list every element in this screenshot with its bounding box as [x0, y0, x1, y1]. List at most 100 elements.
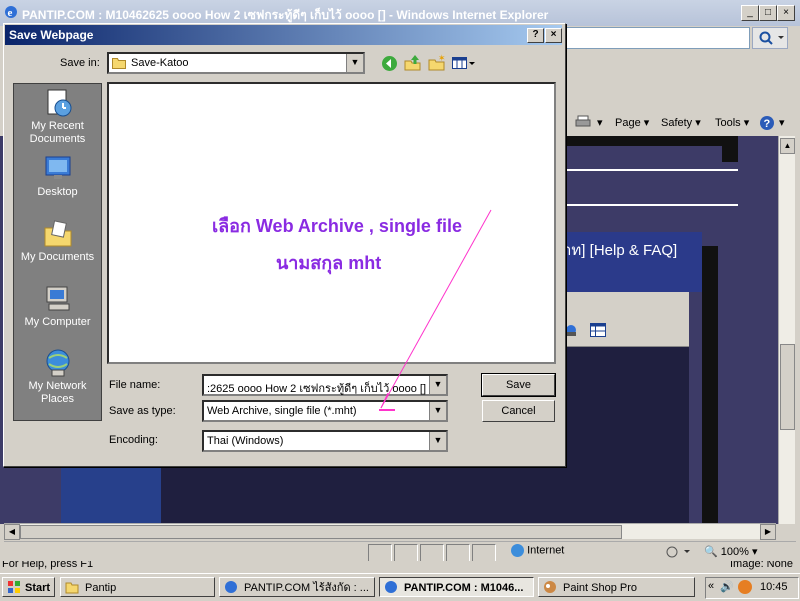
search-icon [759, 31, 784, 45]
encoding-value: Thai (Windows) [207, 435, 284, 447]
page-toolbar [560, 316, 689, 347]
safety-menu[interactable]: Safety ▾ [661, 116, 701, 129]
task-label: Paint Shop Pro [563, 582, 637, 594]
underlying-status-bar: For Help, press F1 Image: None [0, 561, 800, 573]
tools-menu-label: Tools [715, 117, 741, 129]
network-places-icon [43, 348, 73, 378]
status-cell [394, 544, 418, 562]
tray-app-icon[interactable] [738, 580, 752, 594]
dialog-title: Save Webpage [9, 28, 94, 42]
help-faq-link[interactable]: าท] [Help & FAQ] [563, 238, 677, 262]
cancel-button[interactable]: Cancel [482, 400, 555, 422]
scroll-thumb[interactable] [780, 344, 795, 430]
help-dropdown[interactable]: ▾ [779, 116, 785, 129]
zoom-control[interactable]: 🔍 100% ▾ [704, 545, 757, 558]
places-bar: My Recent Documents Desktop My Documents… [13, 83, 102, 421]
file-name-value: :2625 oooo How 2 เซฟกระทู้ดีๆ เก็บไว้ oo… [207, 383, 426, 395]
my-computer-icon [43, 284, 73, 314]
help-button[interactable]: ? [527, 28, 544, 43]
ie-logo-icon: e [4, 5, 18, 19]
chevron-down-icon: ▼ [346, 54, 363, 72]
scroll-left-button[interactable]: ◀ [4, 524, 20, 540]
dialog-title-bar[interactable]: Save Webpage ? × [5, 25, 562, 45]
maximize-button[interactable]: □ [759, 5, 777, 21]
annotation-text-line-2: นามสกุล mht [276, 253, 382, 273]
back-icon[interactable] [381, 55, 398, 72]
vertical-scrollbar[interactable]: ▲ [778, 136, 795, 524]
chevron-down-icon: ▼ [429, 402, 446, 420]
page-dark-panel [560, 347, 689, 524]
taskbar: Start Pantip PANTIP.COM ไร้สังกัด : ... … [0, 573, 800, 601]
page-dark-corner [722, 136, 738, 162]
svg-text:?: ? [764, 118, 771, 130]
place-my-recent-documents[interactable]: My Recent Documents [14, 88, 101, 146]
task-label: PANTIP.COM : M1046... [404, 582, 524, 594]
status-cell [446, 544, 470, 562]
status-cell [472, 544, 496, 562]
save-as-type-label: Save as type: [109, 405, 176, 417]
page-dark-band [560, 136, 722, 146]
help-icon[interactable]: ? [759, 115, 775, 131]
printer-icon[interactable] [575, 115, 591, 129]
svg-text:✶: ✶ [438, 54, 445, 63]
scroll-up-button[interactable]: ▲ [780, 138, 795, 154]
page-rule [560, 169, 738, 171]
encoding-dropdown[interactable]: Thai (Windows) ▼ [202, 430, 448, 452]
print-dropdown[interactable]: ▾ [597, 116, 603, 129]
clock: 10:45 [760, 581, 788, 593]
minimize-button[interactable]: _ [741, 5, 759, 21]
tray-expand-icon[interactable]: « [708, 580, 714, 592]
place-label: My Computer [24, 316, 91, 328]
ie-icon [224, 580, 238, 594]
save-button[interactable]: Save [481, 373, 556, 397]
chevron-down-icon: ▼ [429, 432, 446, 450]
ie-search-button[interactable] [752, 27, 788, 49]
place-label: My Documents [20, 251, 95, 263]
zone-label: Internet [527, 544, 565, 557]
protected-mode-icon[interactable] [664, 544, 694, 560]
task-pantip-ie-2[interactable]: PANTIP.COM : M1046... [379, 577, 534, 597]
task-pantip-ie-1[interactable]: PANTIP.COM ไร้สังกัด : ... [219, 577, 375, 597]
save-as-type-dropdown[interactable]: Web Archive, single file (*.mht) ▼ [202, 400, 448, 422]
system-tray: « 🔊 10:45 [705, 577, 799, 599]
ie-icon [384, 580, 398, 594]
hscroll-thumb[interactable] [20, 525, 622, 539]
help-status-text: For Help, press F1 [2, 561, 94, 570]
dialog-close-button[interactable]: × [545, 28, 562, 43]
save-in-dropdown[interactable]: Save-Katoo ▼ [107, 52, 365, 74]
horizontal-scrollbar[interactable]: ◀ ▶ [4, 523, 776, 540]
new-folder-icon[interactable]: ✶ [428, 53, 446, 71]
task-paint-shop-pro[interactable]: Paint Shop Pro [538, 577, 695, 597]
volume-icon[interactable]: 🔊 [720, 580, 734, 593]
folder-icon [112, 57, 126, 69]
ie-command-bar: ▾ Page ▾ Safety ▾ Tools ▾ ? ▾ [565, 110, 795, 136]
encoding-label: Encoding: [109, 434, 158, 446]
file-name-field[interactable]: :2625 oooo How 2 เซฟกระทู้ดีๆ เก็บไว้ oo… [202, 374, 448, 396]
task-pantip-folder[interactable]: Pantip [60, 577, 215, 597]
page-blue-panel [61, 466, 161, 524]
place-my-network-places[interactable]: My Network Places [14, 348, 101, 406]
place-desktop[interactable]: Desktop [14, 154, 101, 199]
network-icon[interactable] [564, 323, 578, 337]
chevron-down-icon[interactable]: ▼ [429, 376, 446, 394]
page-dark-column [702, 246, 718, 524]
security-zone[interactable]: Internet [511, 544, 661, 560]
scroll-right-button[interactable]: ▶ [760, 524, 776, 540]
view-menu-icon[interactable] [452, 55, 476, 71]
start-button[interactable]: Start [2, 577, 55, 597]
up-folder-icon[interactable] [404, 54, 421, 71]
page-menu[interactable]: Page ▾ [615, 116, 649, 129]
status-cell [368, 544, 392, 562]
recent-documents-icon [43, 88, 73, 118]
ie-search-box[interactable] [565, 27, 750, 49]
place-my-computer[interactable]: My Computer [14, 284, 101, 329]
place-my-documents[interactable]: My Documents [14, 219, 101, 264]
page-left-panel [4, 466, 61, 524]
tools-menu[interactable]: Tools ▾ [715, 116, 749, 129]
close-window-button[interactable]: × [777, 5, 795, 21]
table-icon[interactable] [590, 323, 606, 337]
page-menu-label: Page [615, 117, 641, 129]
start-label: Start [25, 582, 51, 594]
status-cell [420, 544, 444, 562]
zoom-value: 100% [720, 546, 749, 558]
